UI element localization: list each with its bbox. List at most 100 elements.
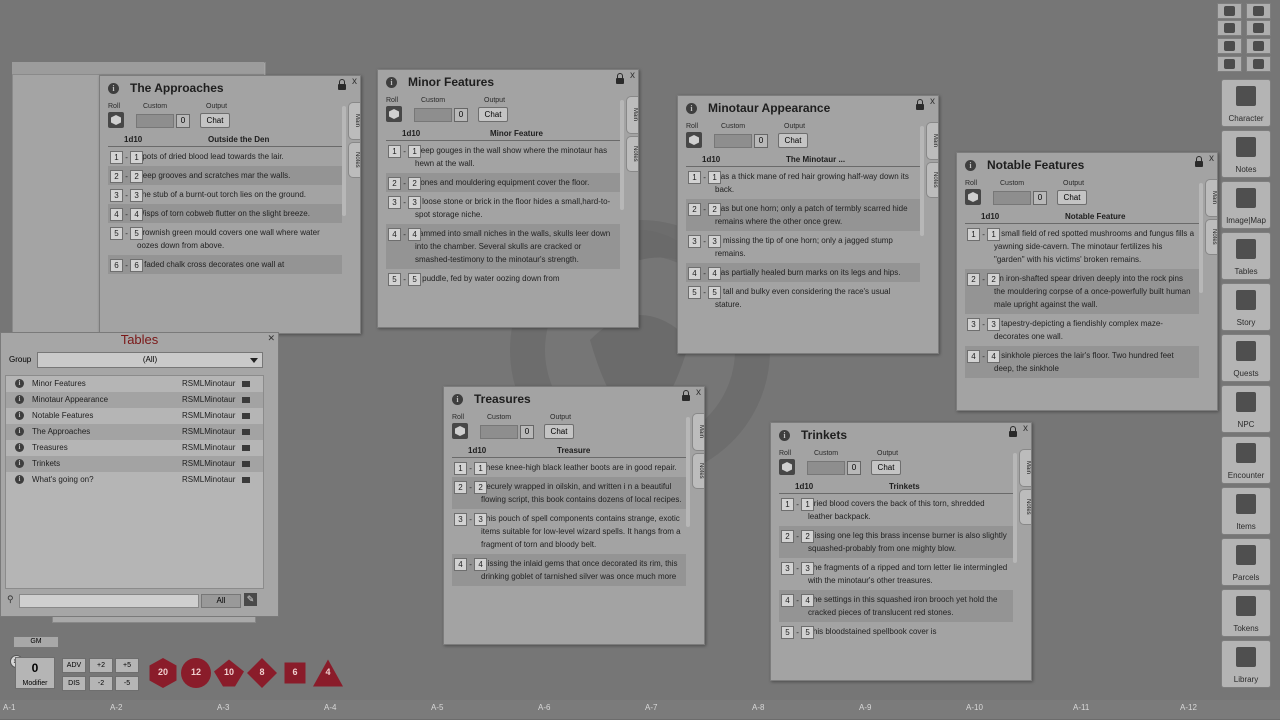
sidebar-notes-button[interactable]: Notes (1221, 130, 1271, 178)
custom-dice-field[interactable] (714, 134, 752, 148)
tab-main[interactable]: Main (1019, 449, 1031, 487)
custom-dice-field[interactable] (480, 425, 518, 439)
sidebar-encounter-button[interactable]: Encounter (1221, 436, 1271, 484)
scrollbar[interactable] (1199, 183, 1203, 293)
tables-list-item[interactable]: i Notable Features RSMLMinotaur (6, 408, 263, 424)
scrollbar[interactable] (686, 417, 690, 527)
record-link-icon[interactable] (242, 397, 250, 403)
sidebar-parcels-button[interactable]: Parcels (1221, 538, 1271, 586)
edit-icon[interactable]: ✎ (244, 593, 257, 606)
lock-icon[interactable] (616, 73, 624, 84)
dis-button[interactable]: DIS (62, 676, 86, 691)
close-icon[interactable]: x (352, 76, 357, 87)
window-treasures[interactable]: i Treasures x Roll Custom Output 0 Chat Main Note… (443, 386, 705, 645)
info-icon[interactable]: i (386, 77, 397, 88)
hotkey-slot[interactable]: A-6 (535, 700, 643, 719)
close-icon[interactable]: x (630, 70, 635, 81)
custom-modifier-field[interactable]: 0 (847, 461, 861, 475)
tab-notes[interactable]: Notes (692, 453, 704, 489)
info-icon[interactable]: i (15, 427, 24, 436)
sidebar-items-button[interactable]: Items (1221, 487, 1271, 535)
window-minotaur-appearance[interactable]: i Minotaur Appearance x Roll Custom Output 0 Ch… (677, 95, 939, 354)
close-icon[interactable]: x (1023, 423, 1028, 434)
lock-icon[interactable] (682, 390, 690, 401)
custom-dice-field[interactable] (807, 461, 845, 475)
close-icon[interactable]: ✕ (267, 333, 275, 344)
close-icon[interactable]: x (930, 96, 935, 107)
info-icon[interactable]: i (15, 411, 24, 420)
lock-icon[interactable] (338, 79, 346, 90)
lock-icon[interactable] (916, 99, 924, 110)
info-icon[interactable]: i (15, 475, 24, 484)
output-chat-button[interactable]: Chat (871, 460, 901, 475)
sidebar-library-button[interactable]: Library (1221, 640, 1271, 688)
custom-dice-field[interactable] (136, 114, 174, 128)
sidebar-tables-button[interactable]: Tables (1221, 232, 1271, 280)
tables-list-item[interactable]: i What's going on? RSMLMinotaur (6, 472, 263, 488)
hotkey-slot[interactable]: A-1 (0, 700, 108, 719)
output-chat-button[interactable]: Chat (544, 424, 574, 439)
tab-notes[interactable]: Notes (348, 142, 360, 178)
tab-main[interactable]: Main (926, 122, 938, 160)
hotkey-slot[interactable]: A-7 (642, 700, 750, 719)
record-link-icon[interactable] (242, 461, 250, 467)
d10-die[interactable]: 10 (214, 658, 244, 688)
tool-options-icon[interactable] (1246, 38, 1271, 54)
info-icon[interactable]: i (15, 379, 24, 388)
tab-notes[interactable]: Notes (626, 136, 638, 172)
d8-die[interactable]: 8 (247, 658, 277, 688)
tables-search-input[interactable] (19, 594, 199, 608)
tables-panel[interactable]: Tables ✕ Group (All) i Minor Features RSML… (0, 332, 279, 617)
tables-list-item[interactable]: i Trinkets RSMLMinotaur (6, 456, 263, 472)
output-chat-button[interactable]: Chat (1057, 190, 1087, 205)
record-link-icon[interactable] (242, 381, 250, 387)
tables-list-item[interactable]: i Minor Features RSMLMinotaur (6, 376, 263, 392)
tables-list-item[interactable]: i Treasures RSMLMinotaur (6, 440, 263, 456)
hotkey-slot[interactable]: A-4 (321, 700, 429, 719)
hotkey-slot[interactable]: A-8 (749, 700, 857, 719)
plus2-button[interactable]: +2 (89, 658, 113, 673)
roll-dice-button[interactable] (686, 132, 702, 148)
lock-icon[interactable] (1195, 156, 1203, 167)
hotkey-slot[interactable]: A-10 (963, 700, 1071, 719)
hotkey-slot[interactable]: A-2 (107, 700, 215, 719)
tab-notes[interactable]: Notes (1019, 489, 1031, 525)
sidebar-image-map-button[interactable]: Image|Map (1221, 181, 1271, 229)
info-icon[interactable]: i (965, 160, 976, 171)
record-link-icon[interactable] (242, 429, 250, 435)
output-chat-button[interactable]: Chat (778, 133, 808, 148)
tool-pointer-icon[interactable] (1217, 3, 1242, 19)
record-link-icon[interactable] (242, 413, 250, 419)
info-icon[interactable]: i (779, 430, 790, 441)
custom-modifier-field[interactable]: 0 (1033, 191, 1047, 205)
d4-die[interactable]: 4 (313, 658, 343, 688)
tool-draw-icon[interactable] (1217, 20, 1242, 36)
tool-lighting-icon[interactable] (1217, 38, 1242, 54)
modifier-box[interactable]: 0 Modifier (15, 657, 55, 689)
close-icon[interactable]: x (1209, 153, 1214, 164)
window-trinkets[interactable]: i Trinkets x Roll Custom Output 0 Chat Main Notes… (770, 422, 1032, 681)
scrollbar[interactable] (1013, 453, 1017, 563)
roll-dice-button[interactable] (386, 106, 402, 122)
record-link-icon[interactable] (242, 477, 250, 483)
minus5-button[interactable]: -5 (115, 676, 139, 691)
roll-dice-button[interactable] (965, 189, 981, 205)
sidebar-quests-button[interactable]: Quests (1221, 334, 1271, 382)
tool-party-icon[interactable] (1246, 3, 1271, 19)
tool-people-icon[interactable] (1246, 56, 1271, 72)
hotkey-slot[interactable]: A-11 (1070, 700, 1178, 719)
hotkey-slot[interactable]: A-3 (214, 700, 322, 719)
tab-main[interactable]: Main (692, 413, 704, 451)
tab-notes[interactable]: Notes (926, 162, 938, 198)
adv-button[interactable]: ADV (62, 658, 86, 673)
scrollbar[interactable] (342, 106, 346, 216)
sidebar-story-button[interactable]: Story (1221, 283, 1271, 331)
hotkey-slot[interactable]: A-5 (428, 700, 536, 719)
info-icon[interactable]: i (686, 103, 697, 114)
tables-list-item[interactable]: i The Approaches RSMLMinotaur (6, 424, 263, 440)
tool-screenshot-icon[interactable] (1217, 56, 1242, 72)
info-icon[interactable]: i (108, 83, 119, 94)
d12-die[interactable]: 12 (181, 658, 211, 688)
info-icon[interactable]: i (452, 394, 463, 405)
sidebar-npc-button[interactable]: NPC (1221, 385, 1271, 433)
